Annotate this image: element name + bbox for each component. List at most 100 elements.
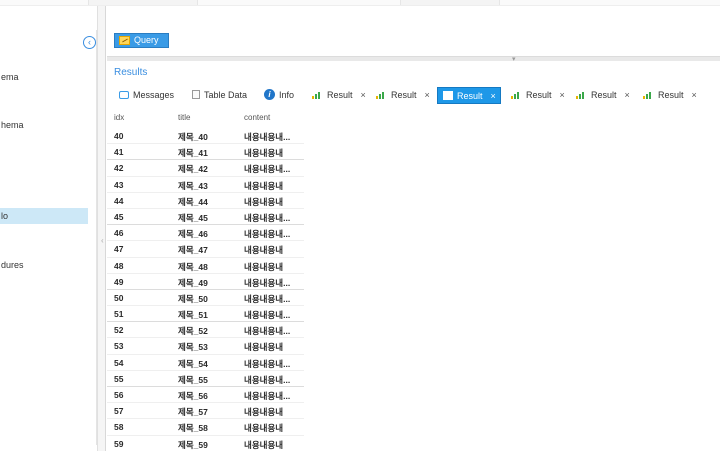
tab-result-3-active[interactable]: Result × xyxy=(437,87,501,104)
query-button[interactable]: Query xyxy=(114,33,169,48)
cell-idx[interactable]: 48 xyxy=(114,261,123,271)
column-header-title[interactable]: title xyxy=(178,113,190,122)
column-header-content[interactable]: content xyxy=(244,113,270,122)
cell-title[interactable]: 제목_56 xyxy=(178,390,208,402)
tab-messages[interactable]: Messages xyxy=(119,87,174,104)
cell-content[interactable]: 내용내용내 xyxy=(244,147,283,159)
tab-info[interactable]: i Info xyxy=(264,87,294,104)
table-row[interactable]: 47 제목_47 내용내용내 xyxy=(107,241,304,258)
cell-title[interactable]: 제목_58 xyxy=(178,422,208,434)
cell-title[interactable]: 제목_41 xyxy=(178,147,208,159)
table-row[interactable]: 50 제목_50 내용내용내... xyxy=(107,290,304,307)
splitter-handle-icon[interactable]: ▾ xyxy=(512,55,516,63)
cell-title[interactable]: 제목_45 xyxy=(178,212,208,224)
table-row[interactable]: 56 제목_56 내용내용내... xyxy=(107,387,304,404)
cell-content[interactable]: 내용내용내 xyxy=(244,180,283,192)
cell-idx[interactable]: 58 xyxy=(114,422,123,432)
sidebar-item-selected[interactable]: lo xyxy=(0,208,88,224)
sidebar-item-procedures[interactable]: dures xyxy=(0,257,88,273)
close-icon[interactable]: × xyxy=(625,90,630,100)
table-row[interactable]: 46 제목_46 내용내용내... xyxy=(107,225,304,242)
table-row[interactable]: 54 제목_54 내용내용내... xyxy=(107,355,304,371)
close-icon[interactable]: × xyxy=(692,90,697,100)
cell-idx[interactable]: 46 xyxy=(114,228,123,238)
cell-idx[interactable]: 42 xyxy=(114,163,123,173)
cell-idx[interactable]: 55 xyxy=(114,374,123,384)
table-row[interactable]: 49 제목_49 내용내용내... xyxy=(107,274,304,290)
cell-title[interactable]: 제목_57 xyxy=(178,406,208,418)
tab-result-6[interactable]: Result × xyxy=(643,87,697,104)
cell-title[interactable]: 제목_49 xyxy=(178,277,208,289)
cell-content[interactable]: 내용내용내 xyxy=(244,244,283,256)
tab-result-1[interactable]: Result × xyxy=(312,87,366,104)
cell-title[interactable]: 제목_53 xyxy=(178,341,208,353)
table-row[interactable]: 40 제목_40 내용내용내... xyxy=(107,128,304,145)
cell-content[interactable]: 내용내용내 xyxy=(244,261,283,273)
cell-idx[interactable]: 49 xyxy=(114,277,123,287)
cell-idx[interactable]: 53 xyxy=(114,341,123,351)
cell-idx[interactable]: 52 xyxy=(114,325,123,335)
cell-idx[interactable]: 59 xyxy=(114,439,123,449)
tab-table-data[interactable]: Table Data xyxy=(192,87,247,104)
cell-content[interactable]: 내용내용내 xyxy=(244,341,283,353)
cell-content[interactable]: 내용내용내... xyxy=(244,293,290,305)
cell-title[interactable]: 제목_44 xyxy=(178,196,208,208)
table-row[interactable]: 43 제목_43 내용내용내 xyxy=(107,177,304,193)
table-row[interactable]: 44 제목_44 내용내용내 xyxy=(107,193,304,209)
editor-tab-hint[interactable] xyxy=(400,0,500,5)
cell-content[interactable]: 내용내용내 xyxy=(244,422,283,434)
cell-content[interactable]: 내용내용내 xyxy=(244,196,283,208)
sidebar-item-schema-1[interactable]: ema xyxy=(0,69,88,85)
cell-idx[interactable]: 50 xyxy=(114,293,123,303)
cell-idx[interactable]: 40 xyxy=(114,131,123,141)
cell-title[interactable]: 제목_47 xyxy=(178,244,208,256)
close-icon[interactable]: × xyxy=(361,90,366,100)
cell-idx[interactable]: 54 xyxy=(114,358,123,368)
cell-idx[interactable]: 56 xyxy=(114,390,123,400)
tab-result-5[interactable]: Result × xyxy=(576,87,630,104)
cell-content[interactable]: 내용내용내... xyxy=(244,390,290,402)
cell-content[interactable]: 내용내용내... xyxy=(244,277,290,289)
cell-content[interactable]: 내용내용내 xyxy=(244,439,283,451)
table-row[interactable]: 52 제목_52 내용내용내... xyxy=(107,322,304,339)
cell-content[interactable]: 내용내용내... xyxy=(244,309,290,321)
cell-title[interactable]: 제목_52 xyxy=(178,325,208,337)
cell-content[interactable]: 내용내용내... xyxy=(244,163,290,175)
splitter-arrow-icon[interactable]: ‹ xyxy=(101,236,104,245)
table-row[interactable]: 55 제목_55 내용내용내... xyxy=(107,371,304,387)
cell-title[interactable]: 제목_40 xyxy=(178,131,208,143)
cell-idx[interactable]: 45 xyxy=(114,212,123,222)
cell-content[interactable]: 내용내용내... xyxy=(244,374,290,386)
cell-title[interactable]: 제목_46 xyxy=(178,228,208,240)
table-row[interactable]: 45 제목_45 내용내용내... xyxy=(107,209,304,226)
cell-title[interactable]: 제목_51 xyxy=(178,309,208,321)
table-row[interactable]: 42 제목_42 내용내용내... xyxy=(107,160,304,177)
cell-content[interactable]: 내용내용내... xyxy=(244,228,290,240)
editor-tab-hint[interactable] xyxy=(88,0,198,5)
cell-title[interactable]: 제목_59 xyxy=(178,439,208,451)
cell-title[interactable]: 제목_48 xyxy=(178,261,208,273)
close-icon[interactable]: × xyxy=(491,91,496,101)
cell-content[interactable]: 내용내용내... xyxy=(244,131,290,143)
table-row[interactable]: 53 제목_53 내용내용내 xyxy=(107,338,304,355)
close-icon[interactable]: × xyxy=(560,90,565,100)
cell-content[interactable]: 내용내용내... xyxy=(244,358,290,370)
cell-content[interactable]: 내용내용내... xyxy=(244,325,290,337)
cell-title[interactable]: 제목_43 xyxy=(178,180,208,192)
sidebar-item-schema-2[interactable]: hema xyxy=(0,117,88,133)
cell-idx[interactable]: 51 xyxy=(114,309,123,319)
table-row[interactable]: 59 제목_59 내용내용내 xyxy=(107,436,304,451)
cell-content[interactable]: 내용내용내 xyxy=(244,406,283,418)
cell-title[interactable]: 제목_50 xyxy=(178,293,208,305)
table-row[interactable]: 41 제목_41 내용내용내 xyxy=(107,144,304,161)
table-row[interactable]: 48 제목_48 내용내용내 xyxy=(107,258,304,274)
close-icon[interactable]: × xyxy=(425,90,430,100)
column-header-idx[interactable]: idx xyxy=(114,113,124,122)
cell-idx[interactable]: 44 xyxy=(114,196,123,206)
cell-title[interactable]: 제목_42 xyxy=(178,163,208,175)
table-row[interactable]: 51 제목_51 내용내용내... xyxy=(107,306,304,323)
cell-content[interactable]: 내용내용내... xyxy=(244,212,290,224)
cell-idx[interactable]: 57 xyxy=(114,406,123,416)
collapse-sidebar-icon[interactable]: ‹ xyxy=(83,36,96,49)
cell-idx[interactable]: 43 xyxy=(114,180,123,190)
